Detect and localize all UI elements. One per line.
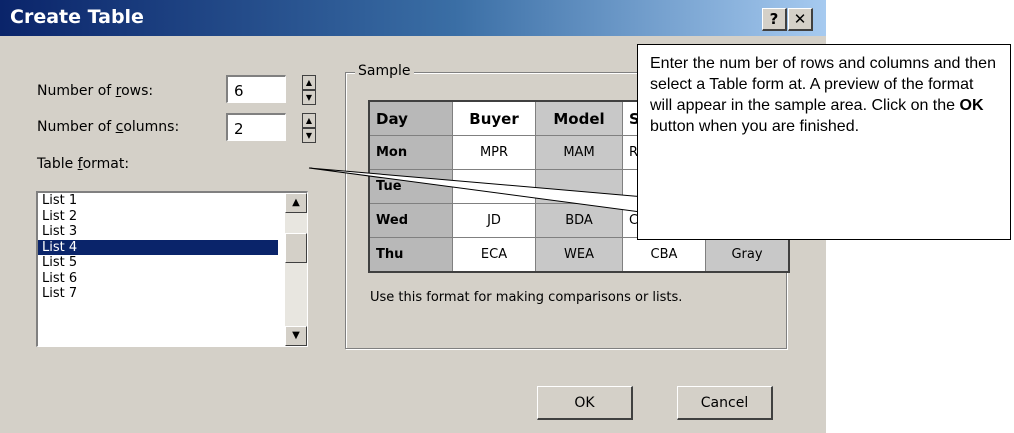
callout-text-before: Enter the num ber of rows and columns an… <box>650 55 996 114</box>
callout-ok-bold: OK <box>959 97 984 114</box>
callout-text-after: button when you are finished. <box>650 118 860 135</box>
instruction-callout: Enter the num ber of rows and columns an… <box>637 44 1011 240</box>
